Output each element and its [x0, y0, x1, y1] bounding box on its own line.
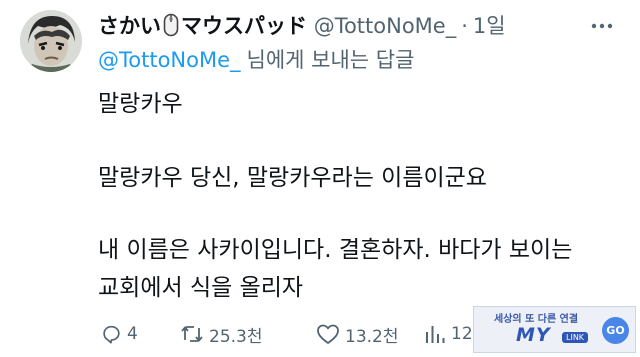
tweet-text-line-1: 말랑카우: [98, 91, 183, 117]
display-name-suffix: マウスパッド: [181, 14, 307, 38]
reply-button[interactable]: 4: [100, 318, 138, 350]
reply-icon: [103, 325, 120, 344]
tweet-header: さかい マウスパッド @TottoNoMe_ · 1일: [98, 12, 506, 44]
like-count: 13.2천: [345, 326, 399, 347]
reply-count: 4: [127, 324, 138, 344]
watermark-go-icon: GO: [602, 317, 629, 344]
watermark-logo: MY: [516, 324, 551, 346]
mouse-emoji-icon: [163, 13, 179, 44]
display-name-text: さかい: [98, 14, 161, 38]
views-icon: [426, 326, 445, 343]
display-name[interactable]: さかい マウスパッド: [98, 13, 307, 38]
timestamp[interactable]: 1일: [473, 14, 506, 38]
reply-handle-link[interactable]: @TottoNoMe_: [98, 48, 241, 72]
like-button[interactable]: 13.2천: [316, 318, 399, 350]
reply-context: @TottoNoMe_ 님에게 보내는 답글: [98, 46, 414, 74]
watermark-tagline: 세상의 또 다른 연결: [494, 314, 579, 325]
views-count: 12: [451, 324, 473, 344]
tweet: さかい マウスパッド @TottoNoMe_ · 1일 @TottoNoMe_ 님에게 …: [0, 0, 640, 357]
reply-suffix: 님에게 보내는 답글: [246, 48, 415, 72]
tweet-text-line-3: 내 이름은 사카이입니다. 결혼하자. 바다가 보이는: [98, 237, 573, 263]
watermark-banner: 세상의 또 다른 연결 MY LINK GO: [473, 306, 636, 353]
tweet-text-line-4: 교회에서 식을 올리자: [98, 275, 304, 301]
views-button[interactable]: 12: [424, 318, 473, 350]
watermark-logo-badge: LINK: [562, 332, 589, 343]
like-icon: [317, 324, 339, 344]
tweet-text-line-2: 말랑카우 당신, 말랑카우라는 이름이군요: [98, 165, 487, 191]
author-handle[interactable]: @TottoNoMe_: [314, 14, 457, 38]
retweet-icon: [181, 326, 203, 342]
more-icon[interactable]: [588, 16, 616, 36]
avatar[interactable]: [20, 10, 82, 72]
separator-dot: ·: [461, 14, 468, 38]
retweet-button[interactable]: 25.3천: [180, 318, 263, 350]
retweet-count: 25.3천: [209, 326, 263, 347]
